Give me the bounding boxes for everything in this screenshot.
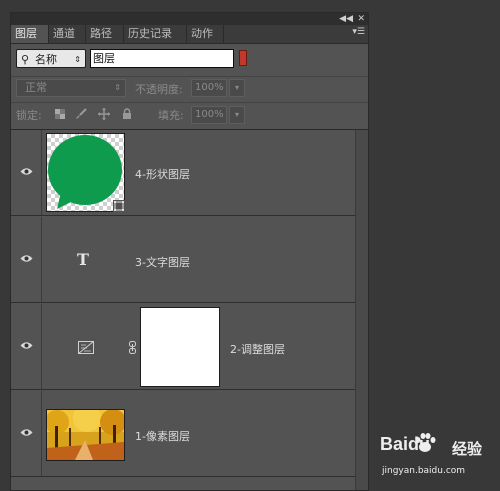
panel-title-strip: ◀◀ ✕ <box>11 13 368 25</box>
fill-dropdown-button[interactable]: ▾ <box>229 106 245 124</box>
visibility-column[interactable] <box>11 217 42 302</box>
layer-name: 4-形状图层 <box>135 168 190 181</box>
layer-name: 3-文字图层 <box>135 256 190 269</box>
checker-lock-icon[interactable] <box>54 108 66 120</box>
tab-layers[interactable]: 图层 <box>11 25 49 43</box>
filter-row: ⚲ 名称 ⇕ 图层 <box>11 44 368 77</box>
visibility-column[interactable] <box>11 391 42 476</box>
fill-field[interactable]: 100% <box>191 106 227 124</box>
paw-logo-icon <box>415 433 436 452</box>
layer-name: 1-像素图层 <box>135 430 190 443</box>
magnifier-icon: ⚲ <box>21 53 30 66</box>
eye-icon[interactable] <box>20 254 33 263</box>
adjustment-icon[interactable] <box>78 341 94 354</box>
blend-mode-select[interactable]: 正常 ⇕ <box>16 79 126 97</box>
tab-history[interactable]: 历史记录 <box>124 25 187 43</box>
vector-mask-icon <box>113 200 125 212</box>
layers-scrollbar[interactable] <box>355 130 368 490</box>
layer-name: 2-调整图层 <box>230 343 285 356</box>
blend-row: 正常 ⇕ 不透明度: 100% ▾ <box>11 76 368 103</box>
opacity-label: 不透明度: <box>135 83 183 96</box>
opacity-dropdown-button[interactable]: ▾ <box>229 79 245 97</box>
lock-row: 锁定: 填充: 100% ▾ <box>11 102 368 130</box>
filter-toggle-button[interactable] <box>239 50 247 66</box>
layer-row-text[interactable]: T 3-文字图层 <box>11 217 355 303</box>
padlock-icon[interactable] <box>121 108 133 120</box>
tab-bar: 图层 通道 路径 历史记录 动作 ▾☰ <box>11 25 368 44</box>
visibility-column[interactable] <box>11 130 42 215</box>
brush-lock-icon[interactable] <box>75 108 87 120</box>
lock-label: 锁定: <box>16 109 42 122</box>
visibility-column[interactable] <box>11 304 42 389</box>
filter-kind-label: 名称 <box>35 53 57 66</box>
updown-arrow-icon: ⇕ <box>114 83 121 92</box>
layers-panel: ◀◀ ✕ 图层 通道 路径 历史记录 动作 ▾☰ ⚲ 名称 ⇕ 图层 正常 ⇕ … <box>10 12 369 491</box>
move-lock-icon[interactable] <box>98 108 110 120</box>
eye-icon[interactable] <box>20 341 33 350</box>
layer-name-filter-input[interactable]: 图层 <box>90 49 234 68</box>
watermark-url: jingyan.baidu.com <box>382 466 466 476</box>
eye-icon[interactable] <box>20 428 33 437</box>
text-layer-icon[interactable]: T <box>77 250 89 269</box>
layer-row-shape[interactable]: 4-形状图层 <box>11 130 355 216</box>
collapse-icon[interactable]: ◀◀ <box>339 13 353 25</box>
layer-row-pixel[interactable]: 1-像素图层 <box>11 391 355 477</box>
updown-arrow-icon: ⇕ <box>74 55 81 64</box>
tab-actions[interactable]: 动作 <box>187 25 224 43</box>
close-icon[interactable]: ✕ <box>357 13 365 25</box>
eye-icon[interactable] <box>20 167 33 176</box>
layer-row-adjustment[interactable]: 2-调整图层 <box>11 304 355 390</box>
filter-kind-select[interactable]: ⚲ 名称 ⇕ <box>16 49 86 68</box>
blend-mode-value: 正常 <box>25 81 47 94</box>
watermark: Baidu 经验 jingyan.baidu.com <box>380 432 496 488</box>
pixel-layer-thumbnail[interactable] <box>46 409 125 461</box>
link-icon[interactable] <box>129 341 136 354</box>
tab-channels[interactable]: 通道 <box>49 25 86 43</box>
panel-menu-icon[interactable]: ▾☰ <box>352 27 365 37</box>
layer-mask-thumbnail[interactable] <box>140 307 220 387</box>
autumn-trees-image <box>47 410 124 460</box>
watermark-suffix: 经验 <box>452 440 483 458</box>
tab-paths[interactable]: 路径 <box>86 25 124 43</box>
opacity-field[interactable]: 100% <box>191 79 227 97</box>
fill-label: 填充: <box>158 109 184 122</box>
